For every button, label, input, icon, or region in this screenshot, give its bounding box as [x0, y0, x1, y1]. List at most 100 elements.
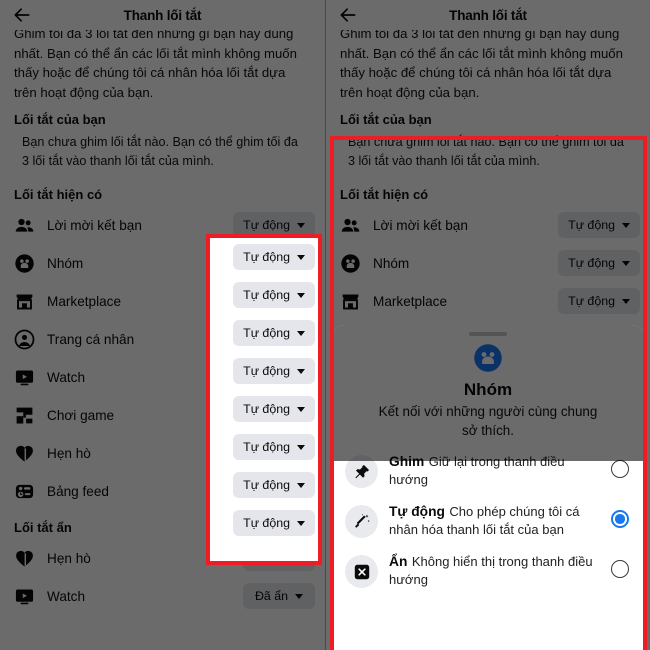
option-title: Tự động	[389, 504, 445, 519]
sheet-title: Nhóm	[463, 380, 513, 399]
status-dropdown[interactable]: Đã ẩn	[243, 583, 315, 609]
app-bar-right: Thanh lối tắt	[326, 0, 650, 30]
status-value: Tự động	[243, 288, 290, 302]
groups-icon	[14, 253, 35, 274]
list-item[interactable]: Hẹn hò Tự động	[210, 466, 318, 504]
intro-paragraph: Ghim tối đa 3 lối tắt đến những gì bạn h…	[340, 26, 623, 100]
status-dropdown[interactable]: Tự động	[233, 510, 315, 536]
chevron-down-icon	[295, 593, 304, 599]
your-shortcuts-empty-note: Bạn chưa ghim lối tắt nào. Bạn có thể gh…	[348, 135, 624, 168]
option-title: Ghim	[389, 454, 425, 469]
status-dropdown[interactable]: Tự động	[558, 288, 640, 314]
list-item-label: Bảng feed	[47, 483, 109, 499]
radio-hide[interactable]	[611, 560, 629, 578]
your-shortcuts-empty-note: Bạn chưa ghim lối tắt nào. Bạn có thể gh…	[22, 135, 298, 168]
option-row-hide[interactable]: Ẩn Không hiển thị trong thanh điều hướng	[343, 546, 633, 596]
gaming-icon	[14, 405, 35, 426]
list-item-label: Lời mời kết bạn	[47, 217, 142, 233]
app-bar-left: Thanh lối tắt	[0, 0, 325, 30]
list-item[interactable]: Trang cá nhân Tự động	[210, 352, 318, 390]
chevron-down-icon	[297, 482, 305, 488]
list-item[interactable]: Nhóm Tự động	[210, 276, 318, 314]
settings-content-right: Ghim tối đa 3 lối tắt đến những gì bạn h…	[326, 24, 650, 320]
status-dropdown[interactable]: Tự động	[233, 472, 315, 498]
radio-auto[interactable]	[611, 510, 629, 528]
list-item-label: Hẹn hò	[47, 445, 91, 461]
status-dropdown[interactable]: Tự động	[233, 320, 315, 346]
status-dropdown[interactable]: Tự động	[233, 212, 315, 238]
status-dropdown[interactable]: Tự động	[233, 434, 315, 460]
option-title: Ẩn	[389, 554, 408, 569]
list-item-label: Lời mời kết bạn	[210, 250, 221, 265]
page-title: Thanh lối tắt	[123, 7, 202, 23]
chevron-down-icon	[622, 260, 630, 266]
list-item[interactable]: Lời mời kết bạn Tự động	[326, 206, 650, 244]
list-item-label: Nhóm	[373, 255, 410, 271]
option-row-auto[interactable]: Tự động Cho phép chúng tôi cá nhân hóa t…	[343, 496, 633, 546]
status-value: Tự động	[243, 402, 290, 416]
list-item-label: Trang cá nhân	[210, 364, 221, 379]
option-row-pin[interactable]: Ghim Giữ lại trong thanh điều hướng	[343, 446, 633, 496]
section-your-shortcuts-title: Lối tắt của bạn	[340, 112, 432, 127]
list-item[interactable]: Bảng feed Tự động	[210, 504, 318, 542]
pin-icon	[353, 463, 371, 481]
list-item-label: Watch	[47, 369, 86, 385]
status-value: Đã ẩn	[254, 589, 289, 603]
status-value: Tự động	[568, 294, 615, 308]
list-item[interactable]: Chơi game Tự động	[210, 428, 318, 466]
chevron-down-icon	[297, 330, 305, 336]
radio-pin[interactable]	[611, 460, 629, 478]
list-item-label: Nhóm	[210, 288, 221, 303]
status-dropdown[interactable]: Tự động	[558, 212, 640, 238]
list-item-label: Trang cá nhân	[47, 331, 135, 347]
groups-icon	[340, 253, 361, 274]
hide-x-icon-bg	[345, 555, 378, 588]
right-phone-screen: Thanh lối tắt Ghim tối đa 3 lối tắt đến …	[325, 0, 650, 650]
status-dropdown[interactable]: Tự động	[558, 250, 640, 276]
list-item-label: Marketplace	[373, 293, 448, 309]
list-item[interactable]: Lời mời kết bạn Tự động	[210, 238, 318, 276]
sheet-header: Nhóm Kết nối với những người cùng chung …	[331, 336, 645, 440]
status-value: Tự động	[243, 516, 290, 530]
status-value: Tự động	[243, 440, 290, 454]
status-dropdown[interactable]: Tự động	[233, 282, 315, 308]
section-your-shortcuts-title: Lối tắt của bạn	[14, 112, 106, 127]
magic-wand-icon	[353, 513, 371, 531]
profile-icon	[14, 329, 35, 350]
marketplace-icon	[340, 291, 361, 312]
list-item-label: Watch	[210, 402, 221, 417]
list-item-label: Chơi game	[210, 440, 221, 455]
section-available-title: Lối tắt hiện có	[14, 187, 103, 202]
available-list: Lời mời kết bạn Tự động Nhóm Tự động Mar…	[326, 206, 650, 320]
list-item[interactable]: Watch Đã ẩn	[0, 577, 325, 615]
highlighted-chips-region: Lời mời kết bạn Tự động Nhóm Tự động Marke…	[210, 238, 318, 561]
status-value: Tự động	[243, 364, 290, 378]
screenshot-stage: Thanh lối tắt Ghim tối đa 3 lối tắt đến …	[0, 0, 650, 650]
friends-icon	[340, 215, 361, 236]
list-item-label: Hẹn hò	[210, 478, 221, 493]
status-value: Tự động	[568, 218, 615, 232]
list-item[interactable]: Watch Tự động	[210, 390, 318, 428]
sheet-options-list: Ghim Giữ lại trong thanh điều hướng Tự đ…	[331, 440, 645, 596]
option-text: Ghim Giữ lại trong thanh điều hướng	[389, 453, 600, 489]
chevron-down-icon	[297, 444, 305, 450]
status-value: Tự động	[243, 218, 290, 232]
status-dropdown[interactable]: Tự động	[233, 358, 315, 384]
status-dropdown[interactable]: Tự động	[233, 396, 315, 422]
status-value: Tự động	[243, 250, 290, 264]
chevron-down-icon	[297, 254, 305, 260]
list-item[interactable]: Nhóm Tự động	[326, 244, 650, 282]
intro-paragraph: Ghim tối đa 3 lối tắt đến những gì bạn h…	[14, 26, 297, 100]
watch-icon	[14, 367, 35, 388]
pin-icon-bg	[345, 455, 378, 488]
list-item[interactable]: Marketplace Tự động	[210, 314, 318, 352]
option-text: Tự động Cho phép chúng tôi cá nhân hóa t…	[389, 503, 600, 539]
option-description: Không hiển thị trong thanh điều hướng	[389, 554, 593, 587]
list-item-label: Watch	[47, 588, 86, 604]
list-item[interactable]: Marketplace Tự động	[326, 282, 650, 320]
status-dropdown[interactable]: Tự động	[233, 244, 315, 270]
feeds-icon	[14, 481, 35, 502]
marketplace-icon	[14, 291, 35, 312]
option-text: Ẩn Không hiển thị trong thanh điều hướng	[389, 553, 600, 589]
list-item-label: Chơi game	[47, 407, 115, 423]
